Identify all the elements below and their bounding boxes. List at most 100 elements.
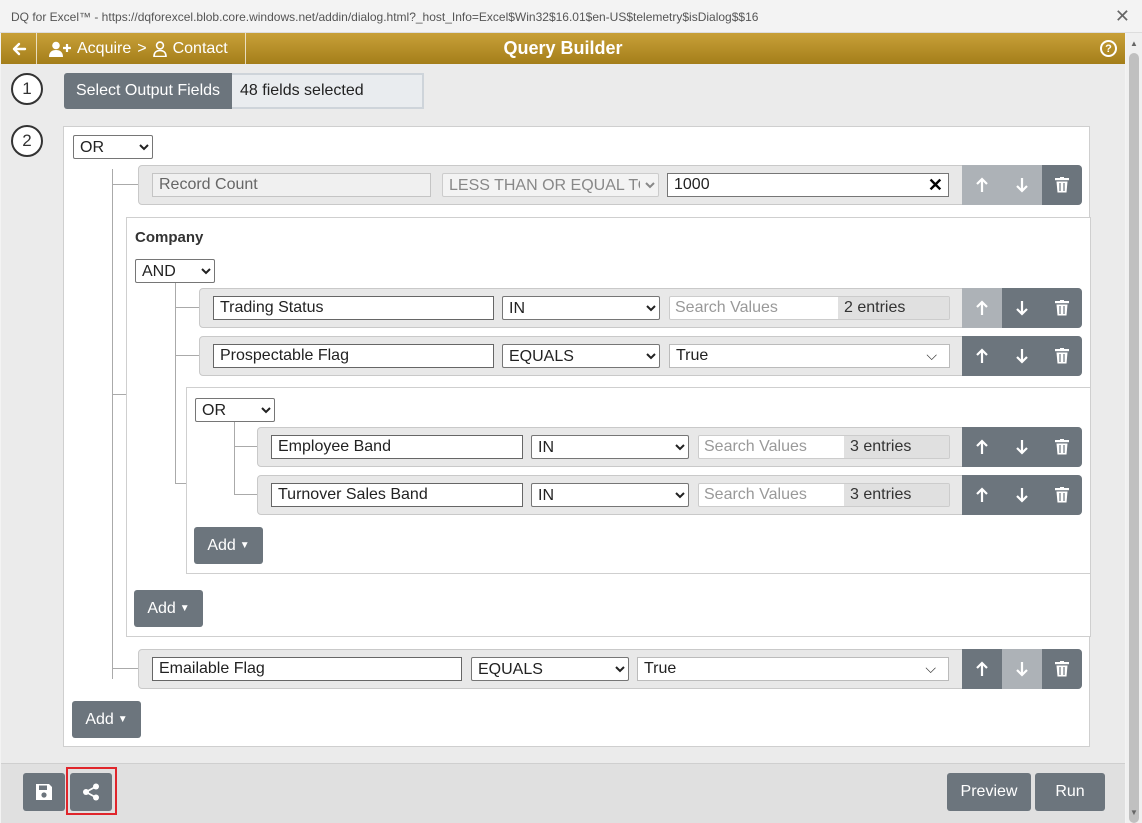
search-values-placeholder[interactable]: Search Values: [670, 297, 838, 319]
scrollbar-thumb[interactable]: [1129, 53, 1139, 823]
add-root-button[interactable]: Add ▼: [72, 701, 141, 738]
search-values-placeholder[interactable]: Search Values: [699, 436, 844, 458]
window-title: DQ for Excel™ - https://dqforexcel.blob.…: [11, 10, 759, 24]
add-label: Add: [207, 536, 236, 554]
rule-controls: [962, 475, 1082, 515]
record-count-value: 1000: [674, 176, 710, 193]
delete-button[interactable]: [1042, 427, 1082, 467]
move-down-button[interactable]: [1002, 288, 1042, 328]
move-down-button[interactable]: [1002, 475, 1042, 515]
arrow-up-icon: [976, 439, 988, 454]
tree-line: [234, 446, 257, 447]
scroll-up-icon[interactable]: ▲: [1130, 39, 1138, 48]
run-button[interactable]: Run: [1035, 773, 1105, 811]
move-down-button[interactable]: [1002, 649, 1042, 689]
search-values-placeholder[interactable]: Search Values: [699, 484, 844, 506]
arrow-down-icon: [1016, 662, 1028, 677]
comparator-select[interactable]: IN: [502, 296, 660, 320]
rule-turnover-sales-band: Turnover Sales Band IN Search Values 3 e…: [257, 475, 1082, 515]
breadcrumb: Acquire > Contact: [37, 33, 246, 64]
arrow-up-icon: [976, 177, 988, 192]
preview-button[interactable]: Preview: [947, 773, 1031, 811]
comparator-select[interactable]: IN: [531, 483, 689, 507]
entries-count: 3 entries: [844, 436, 949, 458]
rule-employee-band: Employee Band IN Search Values 3 entries: [257, 427, 1082, 467]
rule-field[interactable]: Employee Band: [271, 435, 523, 459]
tree-line: [112, 668, 138, 669]
vertical-scrollbar[interactable]: ▲ ▼: [1126, 33, 1142, 823]
caret-down-icon: ▼: [117, 714, 128, 725]
nested-operator-select[interactable]: OR: [195, 398, 275, 422]
rule-field[interactable]: Prospectable Flag: [213, 344, 494, 368]
comparator-select[interactable]: IN: [531, 435, 689, 459]
delete-button[interactable]: [1042, 165, 1082, 205]
tree-line: [112, 394, 126, 395]
window-titlebar: DQ for Excel™ - https://dqforexcel.blob.…: [0, 0, 1142, 33]
arrow-down-icon: [1016, 349, 1028, 364]
move-up-button[interactable]: [962, 475, 1002, 515]
rule-field[interactable]: Turnover Sales Band: [271, 483, 523, 507]
back-button[interactable]: [1, 33, 37, 64]
arrow-down-icon: [1016, 178, 1028, 193]
delete-button[interactable]: [1042, 336, 1082, 376]
root-operator-select[interactable]: OR: [73, 135, 153, 159]
move-up-button[interactable]: [962, 427, 1002, 467]
floppy-disk-icon: [36, 784, 52, 800]
header-bar: Acquire > Contact Query Builder ?: [1, 33, 1125, 64]
entries-count: 2 entries: [838, 297, 949, 319]
move-down-button[interactable]: [1002, 165, 1042, 205]
add-nested-button[interactable]: Add ▼: [194, 527, 263, 564]
move-up-button[interactable]: [962, 649, 1002, 689]
search-values-field[interactable]: Search Values 3 entries: [698, 435, 950, 459]
delete-button[interactable]: [1042, 288, 1082, 328]
record-count-input[interactable]: 1000 ✕: [667, 173, 949, 197]
save-button[interactable]: [23, 773, 65, 811]
add-company-button[interactable]: Add ▼: [134, 590, 203, 627]
move-up-button[interactable]: [962, 336, 1002, 376]
move-down-button[interactable]: [1002, 336, 1042, 376]
tree-line: [234, 494, 257, 495]
rule-field[interactable]: Emailable Flag: [152, 657, 462, 681]
window-close-icon[interactable]: ✕: [1115, 6, 1130, 27]
arrow-up-icon: [976, 487, 988, 502]
add-label: Add: [85, 710, 114, 728]
delete-button[interactable]: [1042, 649, 1082, 689]
value-dropdown-label: True: [644, 660, 677, 677]
search-values-field[interactable]: Search Values 2 entries: [669, 296, 950, 320]
arrow-up-icon: [976, 661, 988, 676]
delete-button[interactable]: [1042, 475, 1082, 515]
trash-icon: [1055, 487, 1069, 503]
rule-field[interactable]: Trading Status: [213, 296, 494, 320]
rule-emailable-flag: Emailable Flag EQUALS True ⌵: [138, 649, 1082, 689]
step-2-badge: 2: [11, 125, 43, 157]
clear-icon[interactable]: ✕: [928, 175, 943, 196]
move-up-button[interactable]: [962, 165, 1002, 205]
move-up-button[interactable]: [962, 288, 1002, 328]
scroll-down-icon[interactable]: ▼: [1130, 808, 1138, 817]
rule-controls: [962, 649, 1082, 689]
comparator-select[interactable]: EQUALS: [502, 344, 660, 368]
comparator-select[interactable]: EQUALS: [471, 657, 629, 681]
caret-down-icon: ▼: [239, 540, 250, 551]
value-dropdown[interactable]: True ⌵: [669, 344, 950, 368]
arrow-left-icon: [12, 42, 26, 55]
trash-icon: [1055, 439, 1069, 455]
caret-down-icon: ▼: [179, 603, 190, 614]
company-operator-select[interactable]: AND: [135, 259, 215, 283]
user-icon: [152, 40, 167, 57]
trash-icon: [1055, 661, 1069, 677]
arrow-up-icon: [976, 348, 988, 363]
trash-icon: [1055, 348, 1069, 364]
search-values-field[interactable]: Search Values 3 entries: [698, 483, 950, 507]
breadcrumb-separator: >: [137, 39, 147, 57]
breadcrumb-acquire[interactable]: Acquire: [77, 40, 131, 58]
value-dropdown-label: True: [676, 347, 709, 364]
arrow-down-icon: [1016, 301, 1028, 316]
arrow-down-icon: [1016, 488, 1028, 503]
value-dropdown[interactable]: True ⌵: [637, 657, 949, 681]
move-down-button[interactable]: [1002, 427, 1042, 467]
select-output-fields-button[interactable]: Select Output Fields: [64, 73, 232, 109]
rule-prospectable-flag: Prospectable Flag EQUALS True ⌵: [199, 336, 1082, 376]
tree-line: [175, 355, 199, 356]
help-icon[interactable]: ?: [1100, 40, 1117, 57]
